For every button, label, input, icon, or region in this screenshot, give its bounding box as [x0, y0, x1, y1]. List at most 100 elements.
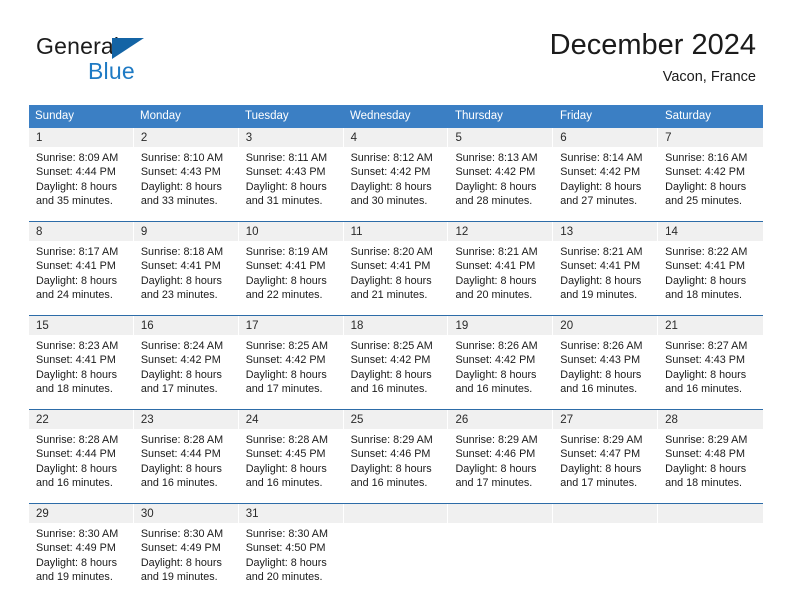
- day-number: 24: [238, 410, 344, 429]
- daylight-text-line2: and 19 minutes.: [140, 571, 218, 584]
- day-cell[interactable]: 23 Sunrise: 8:28 AM Sunset: 4:44 PM Dayligh…: [133, 410, 239, 496]
- day-cell[interactable]: 9 Sunrise: 8:18 AM Sunset: 4:41 PM Daylight…: [133, 222, 239, 308]
- daylight-text-line1: Daylight: 8 hours: [350, 368, 432, 381]
- day-number: 2: [133, 128, 239, 147]
- daylight-text-line2: and 18 minutes.: [36, 383, 113, 396]
- daylight-text-line2: and 21 minutes.: [350, 289, 428, 302]
- sunrise-text: Sunrise: 8:30 AM: [140, 528, 224, 540]
- day-cell[interactable]: 24 Sunrise: 8:28 AM Sunset: 4:45 PM Dayligh…: [238, 410, 344, 496]
- day-details: Sunrise: 8:29 AM Sunset: 4:48 PM Daylight:…: [658, 429, 763, 496]
- day-cell[interactable]: 10 Sunrise: 8:19 AM Sunset: 4:41 PM Dayligh…: [238, 222, 344, 308]
- daylight-text-line1: Daylight: 8 hours: [350, 180, 432, 193]
- day-cell[interactable]: 5 Sunrise: 8:13 AM Sunset: 4:42 PM Daylight…: [448, 128, 554, 214]
- sunrise-text: Sunrise: 8:25 AM: [350, 340, 433, 352]
- day-cell[interactable]: 3 Sunrise: 8:11 AM Sunset: 4:43 PM Daylight…: [238, 128, 344, 214]
- day-cell[interactable]: 25 Sunrise: 8:29 AM Sunset: 4:46 PM Dayligh…: [343, 410, 449, 496]
- day-cell[interactable]: 22 Sunrise: 8:28 AM Sunset: 4:44 PM Dayligh…: [29, 410, 134, 496]
- day-number: 26: [448, 410, 554, 429]
- sunrise-text: Sunrise: 8:16 AM: [665, 152, 748, 164]
- day-number: 21: [658, 316, 764, 335]
- day-cell[interactable]: 16 Sunrise: 8:24 AM Sunset: 4:42 PM Dayligh…: [133, 316, 239, 402]
- daylight-text-line1: Daylight: 8 hours: [140, 462, 222, 475]
- sunrise-text: Sunrise: 8:27 AM: [665, 340, 748, 352]
- daylight-text-line2: and 23 minutes.: [140, 289, 218, 302]
- daylight-text-line1: Daylight: 8 hours: [560, 462, 642, 475]
- sunset-text: Sunset: 4:42 PM: [140, 354, 221, 367]
- day-number: 20: [553, 316, 659, 335]
- sunrise-text: Sunrise: 8:20 AM: [350, 246, 433, 258]
- logo-triangle-icon: [112, 38, 144, 59]
- generalblue-logo[interactable]: General Blue: [36, 33, 216, 87]
- day-number: [658, 504, 764, 523]
- day-cell[interactable]: 14 Sunrise: 8:22 AM Sunset: 4:41 PM Dayligh…: [658, 222, 764, 308]
- day-details: Sunrise: 8:22 AM Sunset: 4:41 PM Daylight:…: [658, 241, 763, 308]
- daylight-text-line1: Daylight: 8 hours: [455, 368, 537, 381]
- day-cell[interactable]: 18 Sunrise: 8:25 AM Sunset: 4:42 PM Dayligh…: [343, 316, 449, 402]
- day-cell[interactable]: 11 Sunrise: 8:20 AM Sunset: 4:41 PM Dayligh…: [343, 222, 449, 308]
- day-cell[interactable]: 4 Sunrise: 8:12 AM Sunset: 4:42 PM Daylight…: [343, 128, 449, 214]
- daylight-text-line1: Daylight: 8 hours: [36, 368, 118, 381]
- day-cell[interactable]: 21 Sunrise: 8:27 AM Sunset: 4:43 PM Dayligh…: [658, 316, 764, 402]
- day-cell[interactable]: 30 Sunrise: 8:30 AM Sunset: 4:49 PM Dayligh…: [133, 504, 239, 590]
- day-cell[interactable]: 20 Sunrise: 8:26 AM Sunset: 4:43 PM Dayligh…: [553, 316, 659, 402]
- day-cell[interactable]: 8 Sunrise: 8:17 AM Sunset: 4:41 PM Daylight…: [29, 222, 134, 308]
- day-cell[interactable]: 28 Sunrise: 8:29 AM Sunset: 4:48 PM Dayligh…: [658, 410, 764, 496]
- daylight-text-line2: and 30 minutes.: [350, 195, 428, 208]
- daylight-text-line1: Daylight: 8 hours: [140, 556, 222, 569]
- logo-text-general: General: [36, 33, 120, 59]
- daylight-text-line2: and 16 minutes.: [140, 477, 218, 490]
- sunset-text: Sunset: 4:41 PM: [455, 260, 536, 273]
- calendar-grid: Sunday Monday Tuesday Wednesday Thursday…: [29, 105, 764, 590]
- day-cell[interactable]: 31 Sunrise: 8:30 AM Sunset: 4:50 PM Dayligh…: [238, 504, 344, 590]
- day-number: 12: [448, 222, 554, 241]
- week-row: 29 Sunrise: 8:30 AM Sunset: 4:49 PM Dayligh…: [29, 503, 764, 590]
- daylight-text-line2: and 17 minutes.: [245, 383, 323, 396]
- daylight-text-line2: and 20 minutes.: [455, 289, 533, 302]
- day-cell[interactable]: 1 Sunrise: 8:09 AM Sunset: 4:44 PM Daylight…: [29, 128, 134, 214]
- day-cell[interactable]: 7 Sunrise: 8:16 AM Sunset: 4:42 PM Daylight…: [658, 128, 764, 214]
- daylight-text-line2: and 16 minutes.: [350, 383, 428, 396]
- day-cell[interactable]: 15 Sunrise: 8:23 AM Sunset: 4:41 PM Dayligh…: [29, 316, 134, 402]
- daylight-text-line1: Daylight: 8 hours: [665, 368, 747, 381]
- day-cell[interactable]: 26 Sunrise: 8:29 AM Sunset: 4:46 PM Dayligh…: [448, 410, 554, 496]
- daylight-text-line2: and 27 minutes.: [560, 195, 638, 208]
- week-row: 15 Sunrise: 8:23 AM Sunset: 4:41 PM Dayligh…: [29, 315, 764, 402]
- day-details: Sunrise: 8:24 AM Sunset: 4:42 PM Daylight:…: [134, 335, 239, 402]
- day-cell[interactable]: 17 Sunrise: 8:25 AM Sunset: 4:42 PM Dayligh…: [238, 316, 344, 402]
- sunrise-text: Sunrise: 8:30 AM: [245, 528, 328, 540]
- daylight-text-line2: and 18 minutes.: [665, 289, 742, 302]
- daylight-text-line2: and 16 minutes.: [245, 477, 323, 490]
- day-cell[interactable]: 27 Sunrise: 8:29 AM Sunset: 4:47 PM Dayligh…: [553, 410, 659, 496]
- daylight-text-line2: and 24 minutes.: [36, 289, 113, 302]
- sunset-text: Sunset: 4:42 PM: [560, 166, 641, 179]
- day-cell[interactable]: 19 Sunrise: 8:26 AM Sunset: 4:42 PM Dayligh…: [448, 316, 554, 402]
- sunset-text: Sunset: 4:43 PM: [560, 354, 641, 367]
- day-number: 7: [658, 128, 764, 147]
- sunset-text: Sunset: 4:49 PM: [36, 542, 116, 555]
- day-details: Sunrise: 8:25 AM Sunset: 4:42 PM Daylight:…: [344, 335, 449, 402]
- day-details: Sunrise: 8:19 AM Sunset: 4:41 PM Daylight:…: [239, 241, 344, 308]
- day-number: 4: [343, 128, 449, 147]
- day-cell[interactable]: 2 Sunrise: 8:10 AM Sunset: 4:43 PM Daylight…: [133, 128, 239, 214]
- daylight-text-line2: and 16 minutes.: [560, 383, 638, 396]
- sunrise-text: Sunrise: 8:12 AM: [350, 152, 433, 164]
- sunset-text: Sunset: 4:42 PM: [455, 166, 536, 179]
- day-number: 22: [29, 410, 134, 429]
- sunrise-text: Sunrise: 8:29 AM: [665, 434, 748, 446]
- daylight-text-line1: Daylight: 8 hours: [245, 180, 327, 193]
- day-number: 23: [133, 410, 239, 429]
- daylight-text-line2: and 31 minutes.: [245, 195, 323, 208]
- sunrise-text: Sunrise: 8:10 AM: [140, 152, 224, 164]
- day-number: 15: [29, 316, 134, 335]
- day-cell[interactable]: 6 Sunrise: 8:14 AM Sunset: 4:42 PM Daylight…: [553, 128, 659, 214]
- sunrise-text: Sunrise: 8:29 AM: [560, 434, 643, 446]
- sunrise-text: Sunrise: 8:22 AM: [665, 246, 748, 258]
- weekday-header-wednesday: Wednesday: [344, 105, 449, 128]
- day-cell[interactable]: 29 Sunrise: 8:30 AM Sunset: 4:49 PM Dayligh…: [29, 504, 134, 590]
- day-cell[interactable]: 13 Sunrise: 8:21 AM Sunset: 4:41 PM Dayligh…: [553, 222, 659, 308]
- day-details: Sunrise: 8:21 AM Sunset: 4:41 PM Daylight:…: [448, 241, 553, 308]
- day-details: Sunrise: 8:16 AM Sunset: 4:42 PM Daylight:…: [658, 147, 763, 214]
- daylight-text-line2: and 17 minutes.: [455, 477, 533, 490]
- day-cell[interactable]: 12 Sunrise: 8:21 AM Sunset: 4:41 PM Dayligh…: [448, 222, 554, 308]
- day-details: Sunrise: 8:29 AM Sunset: 4:46 PM Daylight:…: [344, 429, 449, 496]
